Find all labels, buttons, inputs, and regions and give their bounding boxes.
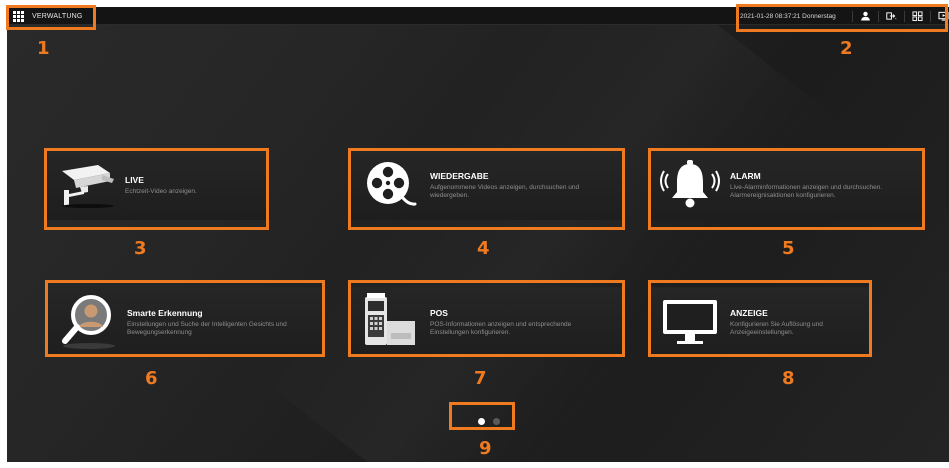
divider	[877, 10, 879, 22]
logout-icon[interactable]	[885, 10, 898, 22]
tile-title: ALARM	[730, 170, 761, 181]
tile-pos[interactable]: POS POS-Informationen anzeigen und entsp…	[350, 287, 622, 357]
tile-smarte-erkennung[interactable]: Smarte Erkennung Einstellungen und Suche…	[47, 287, 323, 357]
tile-title: WIEDERGABE	[430, 170, 489, 181]
marker-7: 7	[474, 368, 487, 389]
film-reel-icon	[350, 150, 430, 220]
live-view-icon[interactable]	[937, 10, 949, 22]
marker-5: 5	[782, 238, 795, 259]
tile-title: Smarte Erkennung	[127, 307, 203, 318]
divider	[929, 10, 931, 22]
main-menu-screen: VERWALTUNG 2021-01-28 08:37:21 Donnersta…	[7, 7, 949, 462]
marker-9: 9	[479, 438, 492, 459]
multiscreen-icon[interactable]	[911, 10, 924, 22]
tile-title: POS	[430, 307, 448, 318]
status-area: 2021-01-28 08:37:21 Donnerstag	[740, 9, 949, 23]
alarm-bell-icon	[650, 150, 730, 220]
tile-live[interactable]: LIVE Echtzeit-Video anzeigen.	[45, 150, 270, 220]
tile-alarm[interactable]: ALARM Live-Alarminformationen anzeigen u…	[650, 150, 922, 220]
tile-anzeige[interactable]: ANZEIGE Konfigurieren Sie Auflösung und …	[650, 287, 872, 357]
divider	[903, 10, 905, 22]
tile-title: ANZEIGE	[730, 307, 768, 318]
tile-description: Echtzeit-Video anzeigen.	[125, 187, 197, 195]
monitor-icon	[650, 287, 730, 357]
main-menu-button[interactable]: VERWALTUNG	[13, 9, 83, 23]
pagination-dots	[459, 412, 519, 430]
marker-6: 6	[145, 368, 158, 389]
divider	[851, 10, 853, 22]
user-icon[interactable]	[859, 10, 872, 22]
marker-3: 3	[134, 238, 147, 259]
tile-description: POS-Informationen anzeigen und entsprech…	[430, 320, 572, 336]
tile-description: Live-Alarminformationen anzeigen und dur…	[730, 183, 883, 199]
camera-icon	[45, 150, 125, 220]
marker-4: 4	[477, 238, 490, 259]
apps-grid-icon	[13, 10, 24, 22]
pos-terminal-icon	[350, 287, 430, 357]
app-title: VERWALTUNG	[32, 12, 83, 20]
page-dot[interactable]	[493, 417, 500, 425]
tile-title: LIVE	[125, 174, 144, 185]
marker-1: 1	[37, 38, 50, 59]
top-bar: VERWALTUNG 2021-01-28 08:37:21 Donnersta…	[7, 7, 949, 25]
date-time: 2021-01-28 08:37:21 Donnerstag	[740, 12, 836, 20]
face-search-icon	[47, 287, 127, 357]
page-dot-active[interactable]	[478, 417, 485, 425]
marker-2: 2	[840, 38, 853, 59]
tile-description: Einstellungen und Suche der Intelligente…	[127, 320, 287, 336]
marker-8: 8	[782, 368, 795, 389]
tile-wiedergabe[interactable]: WIEDERGABE Aufgenommene Videos anzeigen,…	[350, 150, 622, 220]
tile-description: Aufgenommene Videos anzeigen, durchsuche…	[430, 183, 580, 199]
tile-description: Konfigurieren Sie Auflösung und Anzeigee…	[730, 320, 823, 336]
